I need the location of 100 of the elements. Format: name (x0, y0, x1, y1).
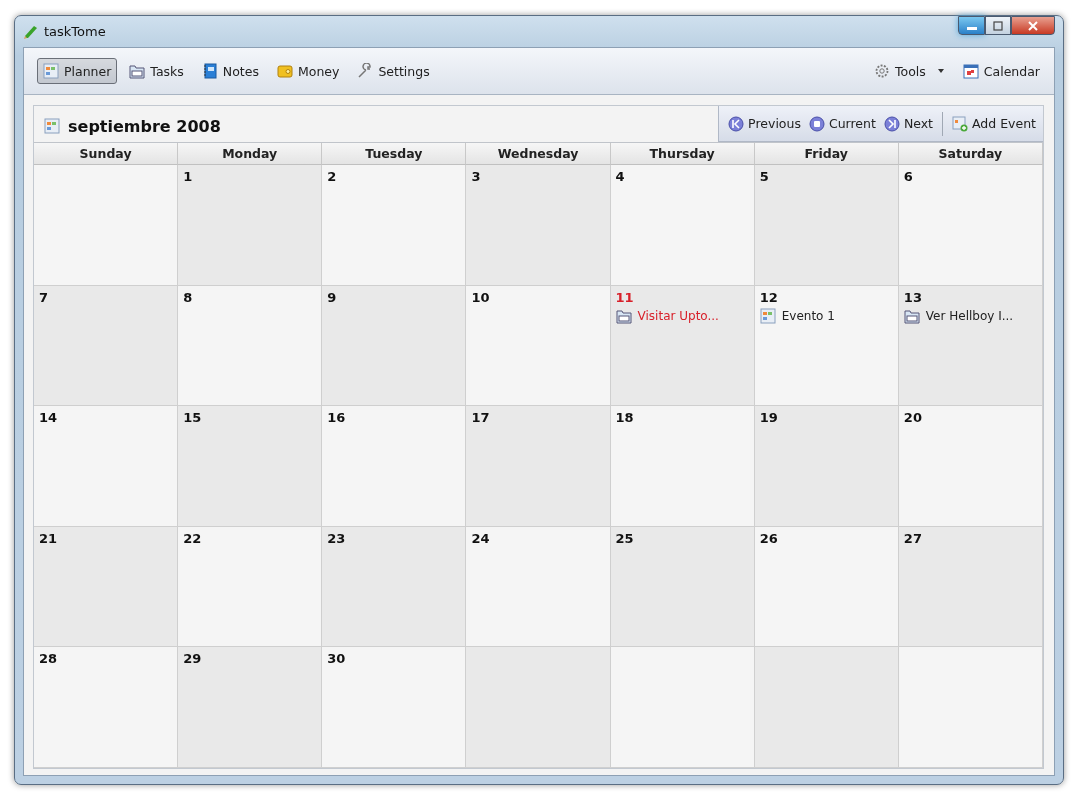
add-event-button[interactable]: Add Event (949, 110, 1039, 137)
toolbar-button[interactable]: Money (270, 58, 346, 84)
day-number: 4 (615, 169, 625, 184)
day-cell[interactable]: 14 (34, 406, 179, 527)
planner-icon (759, 307, 776, 324)
day-number: 10 (471, 289, 490, 305)
calendar-event[interactable]: Ver Hellboy I... (903, 307, 1014, 324)
day-number: 18 (615, 410, 634, 426)
day-number: 20 (903, 410, 922, 426)
day-cell[interactable]: 28 (34, 647, 179, 768)
day-number: 17 (471, 410, 490, 426)
day-cell[interactable]: 20 (898, 406, 1043, 527)
day-number: 11 (615, 289, 634, 305)
day-number: 25 (615, 530, 634, 546)
day-number: 30 (327, 651, 346, 667)
folder-icon (615, 307, 632, 324)
day-cell[interactable]: 8 (178, 285, 323, 407)
day-number: 29 (183, 651, 202, 667)
weekday-header: Wednesday (466, 143, 611, 165)
day-number: 23 (327, 530, 346, 546)
day-number: 19 (759, 410, 778, 426)
day-number: 8 (183, 289, 193, 305)
calendar-icon (44, 118, 60, 134)
day-cell[interactable] (610, 647, 755, 768)
day-cell[interactable]: 10 (466, 285, 611, 407)
day-cell[interactable]: 24 (466, 526, 611, 648)
toolbar-button[interactable]: Planner (37, 58, 118, 84)
folder-icon (129, 63, 146, 79)
day-number: 14 (39, 410, 58, 426)
day-cell[interactable]: 16 (322, 406, 467, 527)
day-cell[interactable]: 13 Ver Hellboy I... (898, 285, 1043, 407)
day-cell[interactable]: 4 (610, 165, 755, 286)
day-number: 22 (183, 530, 202, 546)
day-cell[interactable]: 5 (754, 165, 899, 286)
day-cell[interactable] (466, 647, 611, 768)
toolbar-button[interactable]: Tasks (123, 58, 190, 84)
event-title: Ver Hellboy I... (925, 308, 1014, 323)
weekday-header: Friday (754, 143, 899, 165)
nav-button[interactable]: Current (805, 110, 879, 137)
calendar-icon (962, 63, 979, 79)
window-title: taskTome (44, 24, 106, 39)
day-cell[interactable]: 7 (34, 285, 179, 407)
event-title: Visitar Upto... (637, 308, 719, 323)
weekday-header: Monday (178, 143, 323, 165)
stop-icon (808, 115, 825, 132)
planner-icon (43, 63, 59, 79)
day-number: 24 (471, 530, 490, 546)
day-number: 6 (903, 169, 913, 184)
gear-icon (874, 63, 890, 79)
day-cell[interactable]: 19 (754, 406, 899, 527)
toolbar-button[interactable]: Notes (195, 58, 265, 84)
day-cell[interactable]: 18 (610, 406, 755, 527)
day-cell[interactable]: 3 (466, 165, 611, 286)
event-title: Evento 1 (781, 308, 835, 323)
weekday-header: Tuesday (322, 143, 467, 165)
calendar-event[interactable]: Visitar Upto... (615, 307, 719, 324)
day-cell[interactable] (898, 647, 1043, 768)
calendar-button[interactable]: Calendar (956, 58, 1046, 84)
day-cell[interactable]: 29 (178, 647, 323, 768)
close-button[interactable] (1011, 16, 1055, 35)
day-cell[interactable]: 2 (322, 165, 467, 286)
day-cell[interactable]: 15 (178, 406, 323, 527)
day-number: 26 (759, 530, 778, 546)
maximize-button[interactable] (985, 16, 1011, 35)
day-number: 5 (759, 169, 769, 184)
day-cell[interactable]: 27 (898, 526, 1043, 648)
nav-button[interactable]: Previous (725, 110, 804, 137)
weekday-header: Sunday (34, 143, 179, 165)
day-cell[interactable]: 11 Visitar Upto... (610, 285, 755, 407)
minimize-icon (966, 27, 977, 30)
day-number: 9 (327, 289, 337, 305)
day-cell[interactable]: 12 Evento 1 (754, 285, 899, 407)
month-title: septiembre 2008 (68, 116, 221, 136)
day-number: 12 (759, 289, 778, 305)
day-number: 2 (327, 169, 337, 184)
day-cell[interactable]: 25 (610, 526, 755, 648)
tools-menu-button[interactable]: Tools (868, 58, 951, 84)
day-number: 15 (183, 410, 202, 426)
day-cell[interactable] (754, 647, 899, 768)
day-cell[interactable]: 6 (898, 165, 1043, 286)
day-cell[interactable]: 17 (466, 406, 611, 527)
wrench-icon (357, 63, 374, 79)
day-cell[interactable]: 1 (178, 165, 323, 286)
day-cell[interactable]: 21 (34, 526, 179, 648)
minimize-button[interactable] (958, 16, 985, 35)
calendar-event[interactable]: Evento 1 (759, 307, 835, 324)
day-number: 16 (327, 410, 346, 426)
day-cell[interactable]: 26 (754, 526, 899, 648)
previous-icon (728, 115, 745, 132)
day-number: 7 (39, 289, 49, 305)
day-cell[interactable]: 9 (322, 285, 467, 407)
toolbar-button[interactable]: Settings (351, 58, 436, 84)
day-cell[interactable]: 22 (178, 526, 323, 648)
day-cell[interactable] (34, 165, 179, 286)
add-event-icon (952, 115, 968, 132)
day-number: 27 (903, 530, 922, 546)
day-cell[interactable]: 23 (322, 526, 467, 648)
nav-button[interactable]: Next (880, 110, 936, 137)
day-number: 21 (39, 530, 58, 546)
day-cell[interactable]: 30 (322, 647, 467, 768)
